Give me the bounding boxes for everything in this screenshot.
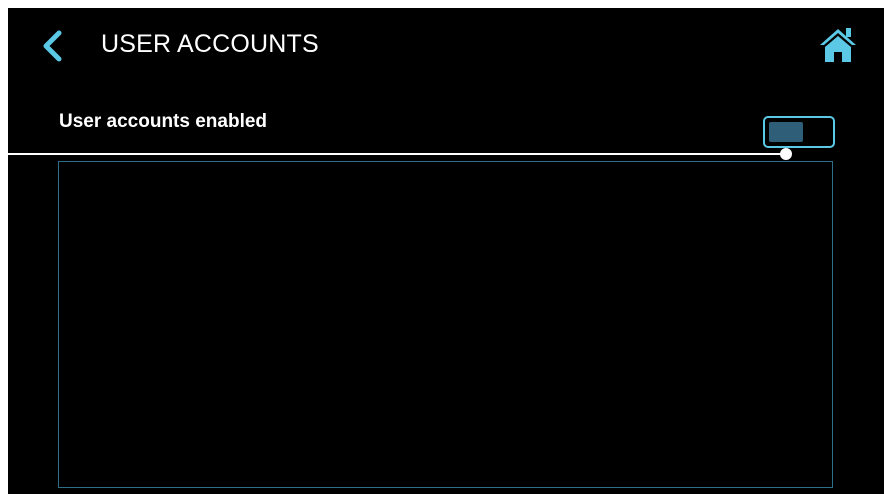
user-accounts-enabled-label: User accounts enabled	[59, 111, 268, 132]
home-icon	[820, 28, 856, 62]
home-button[interactable]	[816, 24, 860, 68]
annotation-marker-dot	[780, 148, 792, 160]
chevron-left-icon	[43, 30, 62, 62]
user-accounts-screen: USER ACCOUNTS User accounts enabled	[8, 8, 884, 494]
user-accounts-list-panel	[58, 161, 833, 488]
page-title: USER ACCOUNTS	[101, 30, 319, 58]
user-accounts-enabled-toggle[interactable]	[763, 116, 835, 148]
annotation-leader-line	[0, 153, 786, 155]
back-button[interactable]	[38, 28, 68, 64]
toggle-knob	[769, 122, 803, 142]
